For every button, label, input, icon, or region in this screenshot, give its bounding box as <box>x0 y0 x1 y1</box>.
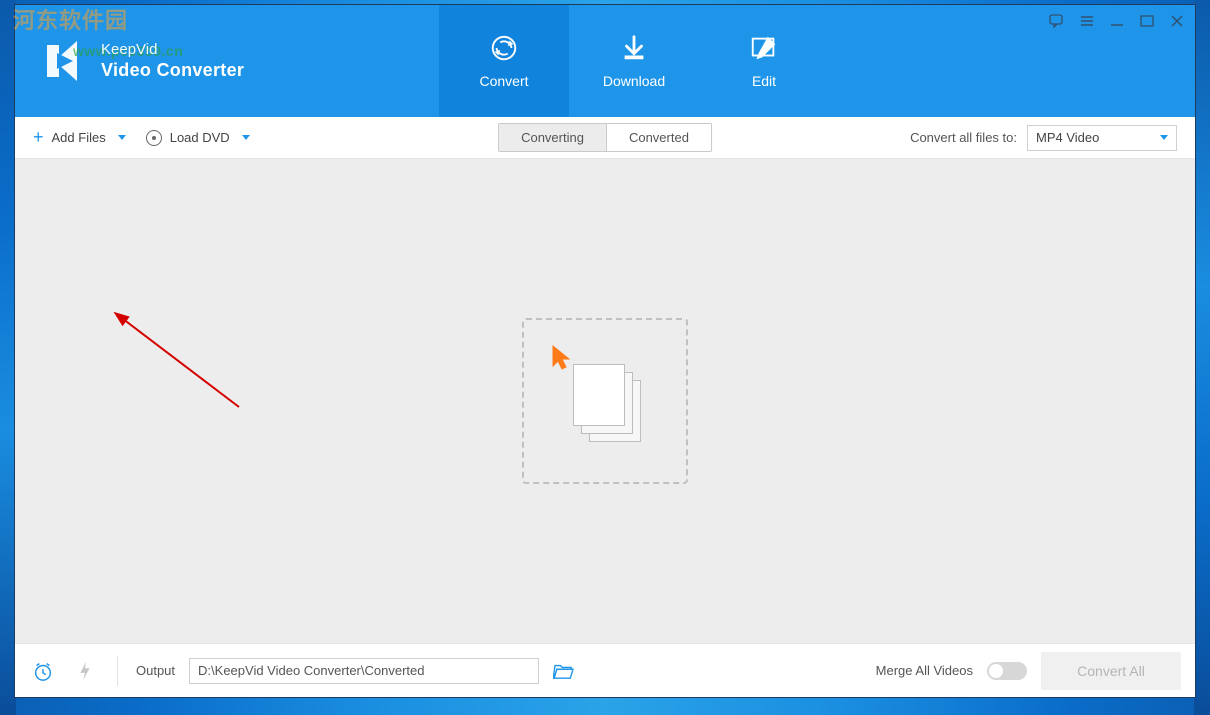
logo-line1: KeepVid <box>101 40 244 60</box>
header-bar: 河东软件园 www.pc0359.cn KeepVid Video Conver… <box>15 5 1195 117</box>
convert-all-label: Convert all files to: <box>910 130 1017 145</box>
open-folder-button[interactable] <box>553 662 575 680</box>
drop-zone[interactable] <box>522 318 688 484</box>
download-icon <box>619 33 649 63</box>
chevron-down-icon <box>1160 135 1168 140</box>
feedback-icon[interactable] <box>1047 11 1067 31</box>
add-files-button[interactable]: + Add Files <box>33 127 126 148</box>
tab-download[interactable]: Download <box>569 5 699 117</box>
tab-edit-label: Edit <box>752 73 776 89</box>
plus-icon: + <box>33 127 44 148</box>
menu-icon[interactable] <box>1077 11 1097 31</box>
cursor-icon <box>549 344 577 375</box>
output-format-dropdown[interactable]: MP4 Video <box>1027 125 1177 151</box>
file-stack-icon <box>569 362 641 440</box>
divider <box>117 656 118 686</box>
app-window: 河东软件园 www.pc0359.cn KeepVid Video Conver… <box>14 4 1196 698</box>
close-icon[interactable] <box>1167 11 1187 31</box>
merge-toggle[interactable] <box>987 662 1027 680</box>
window-controls <box>1047 11 1187 31</box>
chevron-down-icon[interactable] <box>242 135 250 140</box>
format-selector-group: Convert all files to: MP4 Video <box>910 125 1177 151</box>
high-speed-icon[interactable] <box>71 657 99 685</box>
output-path-value: D:\KeepVid Video Converter\Converted <box>198 663 424 678</box>
output-label: Output <box>136 663 175 678</box>
logo-text: KeepVid Video Converter <box>101 40 244 83</box>
merge-label: Merge All Videos <box>876 663 973 678</box>
convert-all-button[interactable]: Convert All <box>1041 652 1181 690</box>
maximize-icon[interactable] <box>1137 11 1157 31</box>
output-path-dropdown[interactable]: D:\KeepVid Video Converter\Converted <box>189 658 539 684</box>
convert-icon <box>489 33 519 63</box>
main-tabs: Convert Download Edit <box>439 5 829 117</box>
load-dvd-label: Load DVD <box>170 130 230 145</box>
watermark-site-name: 河东软件园 <box>13 3 128 35</box>
tab-download-label: Download <box>603 73 665 89</box>
convert-state-segment: Converting Converted <box>498 123 712 152</box>
logo-block: 河东软件园 www.pc0359.cn KeepVid Video Conver… <box>15 5 395 117</box>
schedule-icon[interactable] <box>29 657 57 685</box>
minimize-icon[interactable] <box>1107 11 1127 31</box>
output-format-value: MP4 Video <box>1036 130 1099 145</box>
load-dvd-button[interactable]: Load DVD <box>146 130 250 146</box>
footer-bar: Output D:\KeepVid Video Converter\Conver… <box>15 643 1195 697</box>
workspace <box>15 159 1195 643</box>
tab-convert-label: Convert <box>479 73 528 89</box>
tab-convert[interactable]: Convert <box>439 5 569 117</box>
annotation-arrow <box>109 311 259 421</box>
chevron-down-icon[interactable] <box>118 135 126 140</box>
toolbar: + Add Files Load DVD Converting Converte… <box>15 117 1195 159</box>
add-files-label: Add Files <box>52 130 106 145</box>
tab-edit[interactable]: Edit <box>699 5 829 117</box>
disc-icon <box>146 130 162 146</box>
segment-converted[interactable]: Converted <box>607 124 711 151</box>
folder-open-icon <box>553 662 575 680</box>
edit-icon <box>749 33 779 63</box>
segment-converting[interactable]: Converting <box>499 124 607 151</box>
logo-line2: Video Converter <box>101 59 244 82</box>
